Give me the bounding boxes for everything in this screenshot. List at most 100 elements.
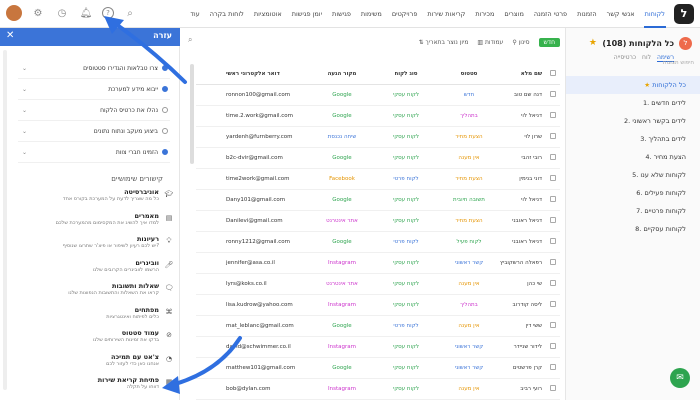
useful-link[interactable]: ◔ צ'אט עם תמיכה אנחנו כאן כדי לעזור לכם (14, 353, 174, 377)
chat-fab-button[interactable]: ✉ (670, 368, 690, 388)
nav-item[interactable]: מוצרים (503, 0, 524, 28)
cell-source[interactable]: Google (310, 92, 374, 98)
cell-type[interactable]: לקוח עסקי (374, 260, 438, 266)
cell-email[interactable]: b2c-dvir@gmail.com (222, 155, 310, 161)
header-email[interactable]: דואר אלקטרוני ראשי (222, 71, 310, 77)
view-item[interactable]: 1. לידים חדשים (566, 94, 700, 112)
useful-link[interactable]: 🎤︎ וובינרים הרשמו לוובינרים הקרובים שלנו (14, 259, 174, 283)
row-checkbox[interactable] (546, 196, 560, 204)
cell-status[interactable]: אין מענה (438, 281, 500, 287)
cell-email[interactable]: matthew101@gmail.com (222, 365, 310, 371)
cell-type[interactable]: לקוח עסקי (374, 92, 438, 98)
row-checkbox[interactable] (546, 280, 560, 288)
useful-link[interactable]: 🎓︎ אוניברסיטה כל מה שצריך לדעת על המערכת ב… (14, 188, 174, 212)
star-icon[interactable]: ★ (589, 38, 597, 48)
table-row[interactable]: רועי רביב אין מענה לקוח עסקי Instagram bob@d… (196, 379, 560, 400)
cell-email[interactable]: Danilevi@gmail.com (222, 218, 310, 224)
cell-name[interactable]: דנה שם טוב (500, 92, 546, 98)
history-icon[interactable]: ◷ (54, 5, 70, 21)
table-row[interactable]: שרון לוי הצעת מחיר לקוח עסקי שיחה נכנסת yard… (196, 127, 560, 148)
cell-name[interactable]: ששי דין (500, 323, 546, 329)
cell-status[interactable]: בתהליך (438, 302, 500, 308)
nav-item[interactable]: הזמנות (576, 0, 598, 28)
cell-status[interactable]: קשר ראשוני (438, 365, 500, 371)
row-checkbox[interactable] (546, 217, 560, 225)
cell-status[interactable]: הצעת מחיר (438, 134, 500, 140)
cell-status[interactable]: הצעת מחיר (438, 176, 500, 182)
table-row[interactable]: דנה שם טוב חדש לקוח עסקי Google ronnon100@gm… (196, 85, 560, 106)
nav-item[interactable]: משימות (360, 0, 383, 28)
table-row[interactable]: שי כהן אין מענה לקוח עסקי אתר אינטרנט lyrs@k… (196, 274, 560, 295)
cell-email[interactable]: time2work@gmail.com (222, 176, 310, 182)
cell-source[interactable]: שיחה נכנסת (310, 134, 374, 140)
header-source[interactable]: מקור הגעה (310, 71, 374, 77)
nav-item[interactable]: לוחות בקרה (209, 0, 245, 28)
checklist-radio[interactable] (162, 149, 168, 155)
view-item[interactable]: 2. לידים בקשר ראשוני (566, 112, 700, 130)
table-row[interactable]: דוני בנימין הצעת מחיר לקוח פרטי Facebook tim… (196, 169, 560, 190)
view-item[interactable]: ★ כל הלקוחות (566, 76, 700, 94)
cell-status[interactable]: הצעת מחיר (438, 218, 500, 224)
cell-source[interactable]: Instagram (310, 344, 374, 350)
cell-email[interactable]: bob@dylan.com (222, 386, 310, 392)
cell-name[interactable]: רפאלה הרשקוביץ (500, 260, 546, 266)
view-item[interactable]: 7. לקוחות פרטיים (566, 202, 700, 220)
useful-link[interactable]: 💡︎ רעיונות יש לכם רעיון לשיפור או פיצ'ר שת… (14, 235, 174, 259)
table-row[interactable]: דניאל ראובני לקוח פעיל לקוח פרטי Google ronn… (196, 232, 560, 253)
cell-name[interactable]: שרון לוי (500, 134, 546, 140)
row-checkbox[interactable] (546, 322, 560, 330)
checklist-radio[interactable] (162, 65, 168, 71)
row-checkbox[interactable] (546, 91, 560, 99)
cell-type[interactable]: לקוח עסקי (374, 218, 438, 224)
useful-link[interactable]: 🗨 שאלות ותשובות קראו את השאלות והתשובות הנ… (14, 282, 174, 306)
cell-email[interactable]: ronny1212@gmail.com (222, 239, 310, 245)
checklist-item[interactable]: ⌄ ביצוע מעקב ונתוח נתונים (18, 121, 170, 142)
cell-type[interactable]: לקוח עסקי (374, 302, 438, 308)
cell-status[interactable]: חדש (438, 92, 500, 98)
cell-source[interactable]: Instagram (310, 302, 374, 308)
close-icon[interactable]: ✕ (6, 30, 14, 41)
cell-name[interactable]: דניאל ראובני (500, 218, 546, 224)
cell-source[interactable]: Instagram (310, 260, 374, 266)
table-row[interactable]: לידור שניידר קשר ראשוני לקוח עסקי Instagram… (196, 337, 560, 358)
cell-status[interactable]: בתהליך (438, 113, 500, 119)
row-checkbox[interactable] (546, 238, 560, 246)
cell-email[interactable]: lyrs@koks.co.il (222, 281, 310, 287)
cell-status[interactable]: לקוח פעיל (438, 239, 500, 245)
nav-item[interactable]: פרטי הזמנה (533, 0, 568, 28)
view-item[interactable]: 5. לקוחות שלא ענו (566, 166, 700, 184)
new-record-button[interactable]: חדש (538, 37, 560, 47)
row-checkbox[interactable] (546, 154, 560, 162)
cell-status[interactable]: אין מענה (438, 386, 500, 392)
view-item[interactable]: 6. לקוחות פעילים (566, 184, 700, 202)
row-checkbox[interactable] (546, 175, 560, 183)
cell-source[interactable]: אתר אינטרנט (310, 218, 374, 224)
chevron-down-icon[interactable]: ⌄ (18, 107, 27, 114)
cell-status[interactable]: קשר ראשוני (438, 260, 500, 266)
cell-source[interactable]: Google (310, 323, 374, 329)
nav-item[interactable]: מכירות (474, 0, 495, 28)
gear-icon[interactable]: ⚙ (30, 5, 46, 21)
table-row[interactable]: ששי דין אין מענה לקוח פרטי Google mat_leblan… (196, 316, 560, 337)
row-checkbox[interactable] (546, 133, 560, 141)
cell-status[interactable]: קשר ראשוני (438, 344, 500, 350)
chevron-down-icon[interactable]: ⌄ (18, 65, 27, 72)
row-checkbox[interactable] (546, 259, 560, 267)
table-row[interactable]: רובי זהבי אין מענה לקוח עסקי Google b2c-dvir… (196, 148, 560, 169)
checklist-item[interactable]: ⌄ נהלו את כרטיס הלקוח (18, 100, 170, 121)
table-search-icon[interactable]: ⌕ (188, 35, 192, 45)
nav-item[interactable]: יומן פגישות (291, 0, 323, 28)
bell-icon[interactable]: 🔔︎ (78, 5, 94, 21)
nav-item[interactable]: אוטומציות (253, 0, 283, 28)
cell-name[interactable]: דניאל ראובני (500, 239, 546, 245)
useful-link[interactable]: ⌘ מפתחים כלים לפיתוח ואינטגרציות (14, 306, 174, 330)
row-checkbox[interactable] (546, 364, 560, 372)
checklist-radio[interactable] (162, 128, 168, 134)
nav-item[interactable]: עוד (189, 0, 200, 28)
cell-name[interactable]: שי כהן (500, 281, 546, 287)
cell-type[interactable]: לקוח עסקי (374, 197, 438, 203)
table-row[interactable]: רפאלה הרשקוביץ קשר ראשוני לקוח עסקי Instagr… (196, 253, 560, 274)
cell-email[interactable]: Dany101@gmail.com (222, 197, 310, 203)
cell-type[interactable]: לקוח עסקי (374, 386, 438, 392)
table-row[interactable]: דניאל לוי בתהליך לקוח עסקי Google time.2.wor… (196, 106, 560, 127)
